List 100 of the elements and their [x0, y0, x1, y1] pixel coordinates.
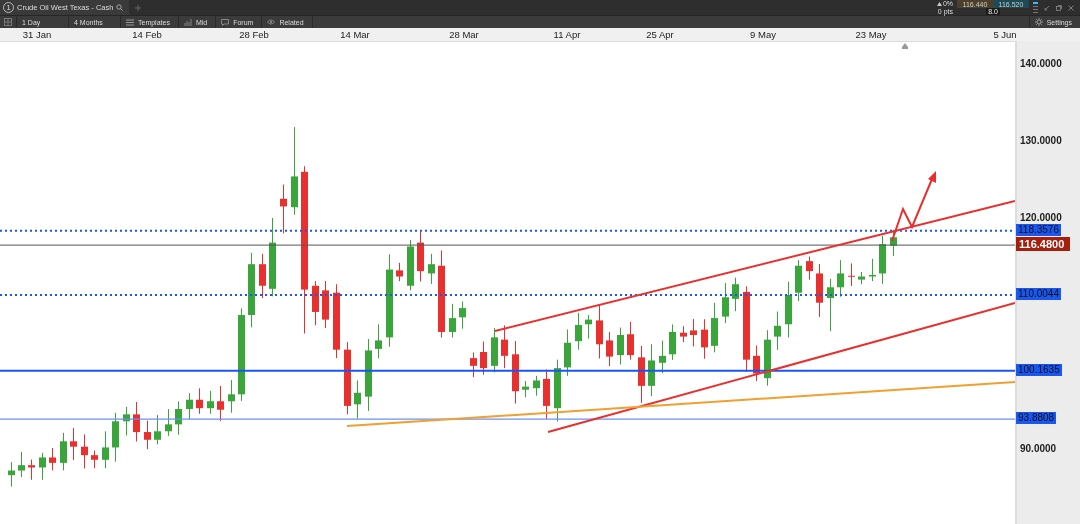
scroll-marker-icon — [902, 43, 908, 49]
level-indicator-icon — [1033, 2, 1038, 13]
candle — [575, 312, 582, 351]
candle — [417, 230, 424, 282]
price-level-tag: 116.4800 — [1016, 237, 1071, 252]
candle — [144, 420, 151, 450]
candle — [627, 321, 634, 361]
candle — [596, 303, 603, 359]
date-label: 28 Mar — [449, 29, 479, 40]
candle — [396, 262, 403, 282]
bar-chart-icon — [183, 18, 192, 26]
candle — [259, 253, 266, 299]
settings-icon — [1034, 18, 1043, 26]
candle — [459, 301, 466, 330]
date-label: 11 Apr — [553, 29, 581, 40]
candle — [8, 461, 15, 488]
candle — [659, 340, 666, 374]
candle — [816, 263, 823, 318]
candle — [512, 340, 519, 405]
candle — [428, 253, 435, 285]
candle — [28, 459, 35, 481]
candle — [501, 324, 508, 369]
search-icon[interactable] — [116, 4, 124, 11]
candle — [564, 328, 571, 377]
candle — [638, 345, 645, 404]
candle — [732, 277, 739, 312]
candle — [480, 341, 487, 376]
candle — [154, 414, 161, 445]
date-label: 14 Mar — [340, 29, 370, 40]
up-triangle-icon — [936, 1, 942, 6]
candle — [354, 379, 361, 420]
candle — [280, 184, 287, 234]
candle — [848, 262, 855, 287]
candle — [60, 432, 67, 471]
candle — [806, 256, 813, 281]
candle — [711, 302, 718, 353]
candle — [228, 379, 235, 414]
candle — [407, 239, 414, 291]
candle — [375, 323, 382, 359]
layout-grid-icon[interactable] — [4, 18, 12, 26]
candle — [858, 271, 865, 285]
candle — [112, 412, 119, 463]
candle — [701, 318, 708, 360]
candle — [449, 303, 456, 339]
candle — [890, 229, 897, 257]
candle — [522, 380, 529, 398]
candle — [753, 344, 760, 382]
candle — [49, 447, 56, 471]
candle — [39, 452, 46, 481]
date-label: 25 Apr — [646, 29, 674, 40]
date-label: 23 May — [855, 29, 887, 40]
candle — [837, 259, 844, 298]
candle — [186, 392, 193, 420]
candle — [680, 325, 687, 343]
add-tab-icon[interactable] — [135, 4, 142, 11]
eye-icon — [267, 19, 276, 25]
candle — [165, 408, 172, 437]
candle — [123, 406, 130, 436]
candle — [795, 259, 802, 302]
date-label: 9 May — [750, 29, 776, 40]
candle — [585, 314, 592, 339]
candle — [869, 258, 876, 282]
candle — [133, 401, 140, 442]
date-label: 28 Feb — [239, 29, 269, 40]
candle — [533, 375, 540, 397]
candle — [91, 450, 98, 469]
candle — [606, 331, 613, 367]
projection-arrow — [891, 171, 936, 242]
candle — [175, 400, 182, 436]
candle — [827, 278, 834, 332]
candle — [785, 281, 792, 339]
date-label: 31 Jan — [22, 29, 52, 40]
candle — [879, 235, 886, 285]
restore-icon[interactable] — [1056, 4, 1062, 11]
price-tick-label: 130.0000 — [1020, 134, 1062, 146]
candle — [322, 280, 329, 329]
minimize-icon[interactable] — [1044, 4, 1050, 11]
price-tick-label: 140.0000 — [1020, 57, 1062, 69]
candle — [554, 359, 561, 422]
candle — [81, 433, 88, 469]
candle — [491, 327, 498, 373]
candle — [102, 430, 109, 469]
candle — [196, 387, 203, 415]
candle — [617, 327, 624, 365]
close-icon[interactable] — [1068, 4, 1074, 11]
candle — [669, 323, 676, 361]
speech-bubble-icon — [221, 18, 230, 26]
candle — [217, 385, 224, 422]
candle — [774, 311, 781, 351]
price-tick-label: 120.0000 — [1020, 211, 1062, 223]
list-icon — [126, 18, 134, 26]
candle — [70, 427, 77, 461]
candle — [722, 282, 729, 324]
candle — [543, 369, 550, 420]
candle — [764, 329, 771, 387]
candle — [312, 280, 319, 326]
candle — [648, 343, 655, 397]
candle — [18, 451, 25, 478]
price-tick-label: 90.0000 — [1020, 442, 1057, 454]
price-level-tag: 93.8808 — [1016, 412, 1057, 425]
